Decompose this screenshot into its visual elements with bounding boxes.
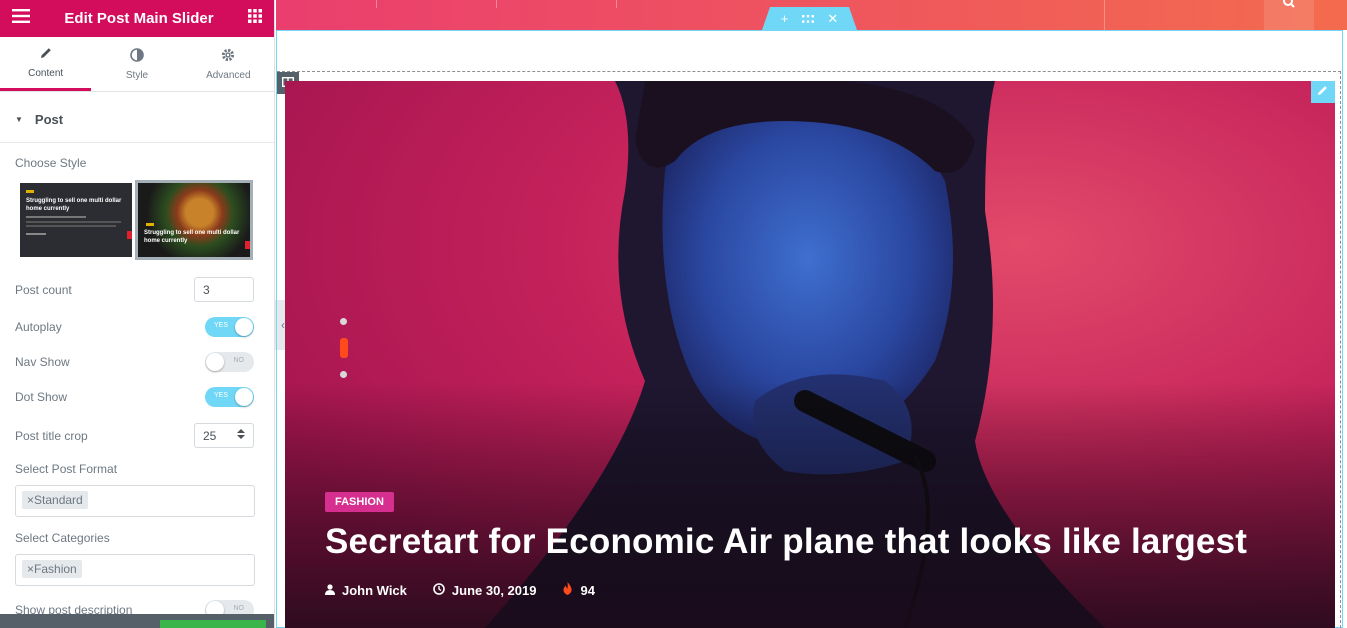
contrast-icon <box>130 47 144 65</box>
toggle-text: YES <box>214 322 229 329</box>
slider-dots <box>340 318 348 391</box>
section-title: Post <box>34 111 64 127</box>
slider-dot[interactable] <box>340 318 347 325</box>
views-meta: 94 <box>562 582 595 598</box>
thumb-line <box>26 216 86 218</box>
thumb-caption: Struggling to sell one multi dollar home… <box>26 198 122 212</box>
panel-tabs: Content Style Advanced <box>0 37 274 92</box>
tab-style-label: Style <box>125 69 149 81</box>
dot-show-label: Dot Show <box>15 390 68 404</box>
thumb-line <box>26 233 46 235</box>
search-icon <box>1282 0 1296 14</box>
post-count-control: Post count 3 <box>15 277 254 302</box>
categories-label: Select Categories <box>15 531 110 545</box>
categories-select[interactable]: ×Fashion <box>15 554 255 586</box>
thumb-badge <box>146 223 154 226</box>
thumb-badge <box>26 190 34 193</box>
thumb-marker <box>127 231 132 239</box>
clock-icon <box>433 582 445 598</box>
title-crop-value: 25 <box>203 428 217 443</box>
autoplay-label: Autoplay <box>15 320 62 334</box>
nav-show-label: Nav Show <box>15 355 70 369</box>
tab-content-label: Content <box>28 68 64 79</box>
slider-dot[interactable] <box>340 371 347 378</box>
drag-handle-icon[interactable] <box>802 11 814 26</box>
gear-icon <box>221 48 235 65</box>
toggle-text: NO <box>233 605 245 612</box>
hamburger-menu-icon[interactable] <box>12 9 30 28</box>
remove-tag-icon[interactable]: × <box>27 562 34 576</box>
panel-header: Edit Post Main Slider <box>0 0 274 37</box>
delete-section-icon[interactable]: ✕ <box>827 11 838 27</box>
tab-advanced[interactable]: Advanced <box>183 37 274 91</box>
toggle-knob <box>206 353 224 371</box>
widgets-grid-icon[interactable] <box>248 9 262 28</box>
author-name: John Wick <box>342 582 407 598</box>
post-format-label: Select Post Format <box>15 462 118 476</box>
toggle-knob <box>235 318 253 336</box>
add-section-icon[interactable]: + <box>781 11 789 26</box>
style-option-2[interactable]: Struggling to sell one multi dollar home… <box>135 180 253 260</box>
toggle-knob <box>235 388 253 406</box>
post-date: June 30, 2019 <box>451 582 537 598</box>
panel-title: Edit Post Main Slider <box>64 10 214 27</box>
dot-show-toggle[interactable]: YES <box>205 387 254 407</box>
thumb-marker <box>245 241 250 249</box>
post-format-tag[interactable]: ×Standard <box>22 491 88 509</box>
post-format-select[interactable]: ×Standard <box>15 485 255 517</box>
autoplay-control: Autoplay YES <box>15 317 254 337</box>
view-count: 94 <box>580 582 595 598</box>
thumb-caption: Struggling to sell one multi dollar home… <box>144 230 240 244</box>
tab-advanced-label: Advanced <box>206 69 251 81</box>
post-format-tag-label: Standard <box>34 493 83 507</box>
spinner-arrows-icon[interactable] <box>237 428 245 443</box>
thumb-line <box>26 225 116 227</box>
header-divider <box>1104 0 1105 30</box>
update-button[interactable] <box>160 620 266 628</box>
category-tag-label: Fashion <box>34 562 77 576</box>
pencil-icon <box>1317 83 1329 101</box>
pencil-icon <box>39 46 53 63</box>
section-post-header[interactable]: ▼ Post <box>0 96 274 143</box>
post-count-input[interactable]: 3 <box>194 277 254 302</box>
author-meta[interactable]: John Wick <box>325 582 407 598</box>
choose-style-label: Choose Style <box>15 156 87 170</box>
header-divider <box>616 0 617 8</box>
section-edit-handle[interactable]: + ✕ <box>762 7 857 30</box>
nav-show-control: Nav Show NO <box>15 352 254 372</box>
toggle-text: NO <box>233 357 245 364</box>
caret-down-icon: ▼ <box>15 114 23 124</box>
tab-content[interactable]: Content <box>0 37 92 91</box>
title-crop-label: Post title crop <box>15 428 88 443</box>
user-icon <box>325 583 335 598</box>
header-divider <box>496 0 497 8</box>
autoplay-toggle[interactable]: YES <box>205 317 254 337</box>
thumb-line <box>26 221 121 223</box>
dot-show-control: Dot Show YES <box>15 387 254 407</box>
panel-footer <box>0 614 274 628</box>
header-divider <box>376 0 377 8</box>
category-tag[interactable]: ×Fashion <box>22 560 82 578</box>
date-meta: June 30, 2019 <box>433 582 537 598</box>
slider-dot-active[interactable] <box>340 338 348 358</box>
fire-icon <box>562 582 573 598</box>
edit-widget-button[interactable] <box>1311 81 1335 103</box>
title-crop-input[interactable]: 25 <box>194 423 254 448</box>
post-count-label: Post count <box>15 282 72 297</box>
remove-tag-icon[interactable]: × <box>27 493 34 507</box>
categories-label-row: Select Categories <box>15 531 254 545</box>
post-count-value: 3 <box>203 282 210 297</box>
post-format-label-row: Select Post Format <box>15 462 254 476</box>
tab-style[interactable]: Style <box>91 37 182 91</box>
header-search-button[interactable] <box>1264 0 1314 30</box>
style-option-1[interactable]: Struggling to sell one multi dollar home… <box>17 180 135 260</box>
title-crop-control: Post title crop 25 <box>15 423 254 448</box>
post-meta: John Wick June 30, 2019 94 <box>325 582 595 598</box>
editor-panel: Edit Post Main Slider Content Style Adva… <box>0 0 275 628</box>
slide-title[interactable]: Secretart for Economic Air plane that lo… <box>325 522 1247 562</box>
category-badge[interactable]: FASHION <box>325 492 394 512</box>
toggle-text: YES <box>214 392 229 399</box>
choose-style-row: Choose Style <box>15 156 254 170</box>
nav-show-toggle[interactable]: NO <box>205 352 254 372</box>
